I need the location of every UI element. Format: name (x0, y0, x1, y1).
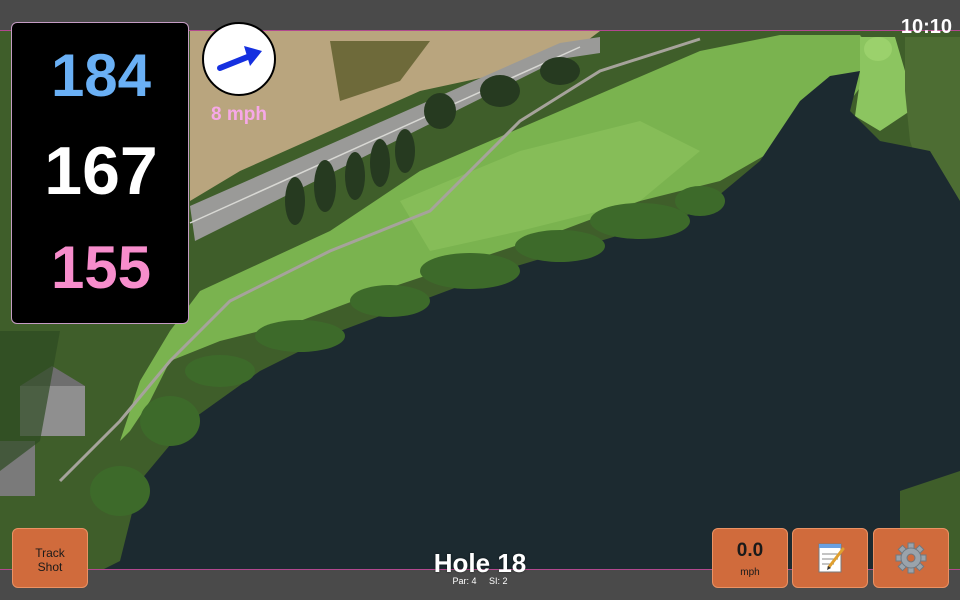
wind-speed-label: 8 mph (211, 104, 267, 125)
notes-button[interactable] (792, 528, 868, 588)
stroke-index-label: SI: 2 (489, 576, 508, 586)
speed-button[interactable]: 0.0 mph (712, 528, 788, 588)
track-shot-label-line1: Track (35, 546, 65, 560)
par-label: Par: 4 (452, 576, 477, 586)
arrow-icon (217, 46, 262, 71)
speed-unit: mph (740, 567, 760, 578)
hole-meta: Par: 4 SI: 2 (380, 577, 580, 586)
yardage-panel: 184 167 155 (11, 22, 189, 324)
golf-gps-screen: 10:10 184 167 155 8 mph Track Shot Hole … (0, 0, 960, 600)
settings-button[interactable] (873, 528, 949, 588)
middle-yardage: 167 (44, 133, 158, 209)
status-clock: 10:10 (900, 16, 952, 38)
track-shot-button[interactable]: Track Shot (12, 528, 88, 588)
notepad-icon (818, 543, 845, 573)
front-yardage: 155 (50, 234, 152, 301)
back-yardage: 184 (50, 42, 152, 109)
wind-indicator (202, 22, 276, 96)
gear-icon (895, 542, 927, 574)
speed-value: 0.0 (736, 540, 764, 561)
track-shot-label-line2: Shot (37, 560, 63, 574)
hole-title: Hole 18 (433, 548, 527, 578)
